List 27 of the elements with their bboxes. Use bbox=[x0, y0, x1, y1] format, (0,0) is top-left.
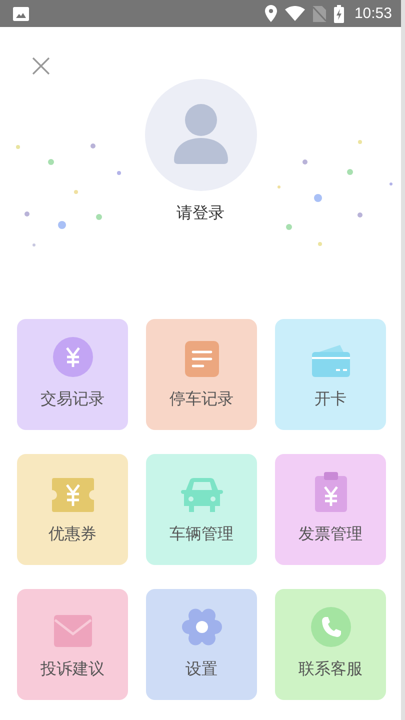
image-icon bbox=[13, 6, 29, 20]
battery-charging-icon bbox=[334, 4, 344, 22]
clipboard-yen-icon bbox=[314, 472, 346, 512]
person-icon bbox=[174, 104, 228, 166]
close-button[interactable] bbox=[30, 55, 52, 77]
menu-tile[interactable]: 开卡 bbox=[275, 319, 386, 430]
menu-tile[interactable]: 投诉建议 bbox=[17, 589, 128, 700]
menu-tile[interactable]: 车辆管理 bbox=[146, 454, 257, 565]
location-icon bbox=[265, 5, 278, 22]
menu-tile[interactable]: 优惠券 bbox=[17, 454, 128, 565]
ticket-icon bbox=[52, 478, 94, 512]
menu-tile[interactable]: 发票管理 bbox=[275, 454, 386, 565]
login-link[interactable]: 请登录 bbox=[176, 203, 224, 224]
phone-icon bbox=[310, 607, 350, 647]
no-sim-icon bbox=[313, 6, 326, 22]
menu-tile[interactable]: 联系客服 bbox=[275, 589, 386, 700]
yen-coin-icon bbox=[52, 337, 92, 377]
menu-tile[interactable]: 交易记录 bbox=[17, 319, 128, 430]
document-icon bbox=[184, 341, 218, 377]
clock-time: 10:53 bbox=[354, 5, 392, 22]
menu-tile[interactable]: 停车记录 bbox=[146, 319, 257, 430]
card-icon bbox=[312, 345, 350, 377]
gear-icon bbox=[182, 607, 222, 647]
car-icon bbox=[180, 478, 222, 512]
menu-tile[interactable]: 设置 bbox=[146, 589, 257, 700]
wifi-icon bbox=[285, 6, 306, 21]
envelope-icon bbox=[54, 615, 92, 647]
